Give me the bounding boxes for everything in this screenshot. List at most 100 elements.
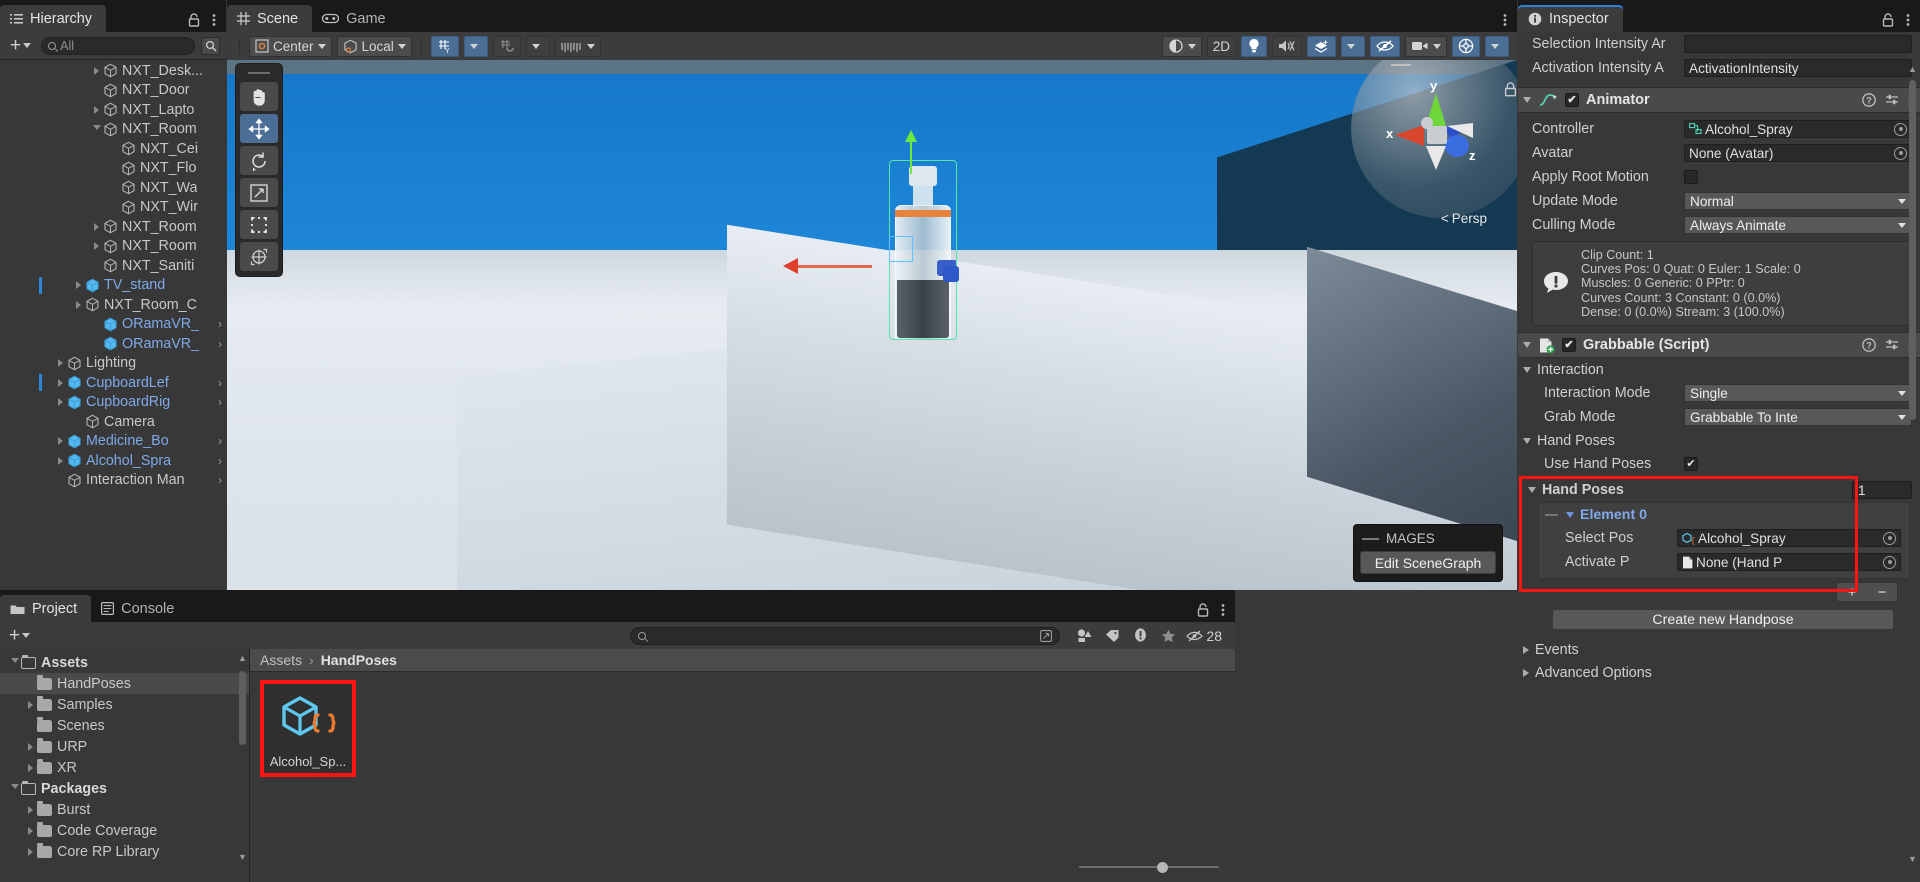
help-icon[interactable]: ?: [1862, 93, 1876, 107]
events-foldout[interactable]: Events: [1518, 638, 1920, 661]
animator-row[interactable]: Update Mode Normal: [1518, 189, 1920, 213]
foldout-arrow-icon[interactable]: [1523, 645, 1529, 654]
reorder-handle-icon[interactable]: [1545, 513, 1558, 516]
kebab-menu-icon[interactable]: [212, 13, 216, 27]
project-tree-scrollbar[interactable]: ▲ ▼: [238, 653, 247, 862]
expand-arrow[interactable]: [24, 763, 37, 772]
activation-intensity-row[interactable]: Activation Intensity A ActivationIntensi…: [1518, 56, 1920, 80]
project-tree-item[interactable]: Assets: [0, 652, 249, 673]
asset-type-filter-icon[interactable]: [1070, 628, 1098, 643]
checkbox[interactable]: [1684, 170, 1698, 184]
tab-project[interactable]: Project: [0, 595, 92, 622]
project-tree-item[interactable]: Code Coverage: [0, 820, 249, 841]
scroll-down-icon[interactable]: ▼: [1908, 854, 1917, 864]
expand-arrow[interactable]: [90, 124, 103, 134]
mages-overlay-header[interactable]: MAGES: [1360, 530, 1496, 551]
project-tree-item[interactable]: Core RP Library: [0, 841, 249, 862]
grabbable-row[interactable]: Use Hand Poses: [1518, 452, 1920, 476]
expand-arrow[interactable]: [24, 742, 37, 751]
foldout-arrow-icon[interactable]: [1523, 437, 1531, 444]
ruler-button[interactable]: [554, 35, 601, 57]
grid-snap-dropdown[interactable]: [463, 35, 488, 57]
scene-orientation-gizmo[interactable]: y x z < Persp: [1351, 60, 1517, 226]
lock-icon[interactable]: [1504, 82, 1517, 97]
checkbox[interactable]: [1684, 457, 1698, 472]
expand-arrow[interactable]: [8, 784, 21, 793]
hand-tool-button[interactable]: [240, 82, 278, 111]
expand-arrow[interactable]: [54, 398, 67, 407]
preset-icon[interactable]: [1885, 93, 1899, 107]
activation-intensity-field[interactable]: ActivationIntensity: [1684, 59, 1912, 77]
animator-row[interactable]: Culling Mode Always Animate: [1518, 213, 1920, 237]
hierarchy-search-input[interactable]: All: [41, 36, 195, 55]
grabbable-component-header[interactable]: Grabbable (Script) ?: [1518, 332, 1920, 359]
preset-icon[interactable]: [1885, 338, 1899, 352]
scene-viewport[interactable]: y x z < Persp MAGES Edit SceneGraph: [227, 60, 1517, 590]
effects-dropdown[interactable]: [1341, 35, 1365, 57]
foldout-arrow-icon[interactable]: [1523, 668, 1529, 677]
audio-mute-button[interactable]: [1272, 35, 1302, 57]
hierarchy-item[interactable]: NXT_Wa: [0, 178, 226, 198]
asset-grid[interactable]: Alcohol_Sp...: [250, 672, 1235, 785]
project-kebab-menu-icon[interactable]: [1221, 603, 1225, 617]
project-tree-item[interactable]: Packages: [0, 778, 249, 799]
project-tree-item[interactable]: Scenes: [0, 715, 249, 736]
breadcrumb[interactable]: Assets › HandPoses: [250, 649, 1235, 672]
hierarchy-item[interactable]: NXT_Lapto: [0, 100, 226, 120]
expand-arrow[interactable]: [90, 66, 103, 75]
chevron-right-icon[interactable]: ›: [218, 337, 222, 351]
foldout-arrow-icon[interactable]: [1566, 511, 1574, 518]
inspector-kebab-menu-icon[interactable]: [1906, 13, 1910, 27]
object-picker-icon[interactable]: [1894, 122, 1907, 136]
project-tree-item[interactable]: URP: [0, 736, 249, 757]
hierarchy-item[interactable]: ORamaVR_ ›: [0, 315, 226, 335]
activate-pose-field[interactable]: None (Hand P: [1677, 553, 1901, 572]
expand-arrow[interactable]: [24, 805, 37, 814]
hierarchy-item[interactable]: Camera: [0, 412, 226, 432]
grabbable-enabled-checkbox[interactable]: [1562, 338, 1576, 353]
project-search-input[interactable]: [630, 626, 1061, 645]
sort-button[interactable]: [201, 36, 220, 55]
tab-scene[interactable]: Scene: [227, 5, 313, 32]
project-tree-item[interactable]: Burst: [0, 799, 249, 820]
chevron-right-icon[interactable]: ›: [218, 376, 222, 390]
project-tree-item[interactable]: HandPoses: [0, 673, 249, 694]
expand-arrow[interactable]: [54, 437, 67, 446]
scene-camera-button[interactable]: [1405, 35, 1447, 57]
expand-arrow[interactable]: [24, 826, 37, 835]
tab-console[interactable]: Console: [91, 595, 188, 622]
shading-mode-button[interactable]: [1161, 35, 1202, 57]
hierarchy-item[interactable]: CupboardRig ›: [0, 393, 226, 413]
scrollbar-thumb[interactable]: [239, 671, 246, 745]
inspector-lock-icon[interactable]: [1882, 13, 1894, 27]
hierarchy-item[interactable]: NXT_Room: [0, 217, 226, 237]
rotate-tool-button[interactable]: [240, 146, 278, 175]
hidden-assets-count[interactable]: 28: [1182, 628, 1230, 644]
help-icon[interactable]: ?: [1862, 338, 1876, 352]
create-new-handpose-button[interactable]: Create new Handpose: [1552, 609, 1894, 631]
animator-row[interactable]: Avatar None (Avatar): [1518, 141, 1920, 165]
create-asset-button[interactable]: +: [5, 626, 34, 645]
foldout-arrow-icon[interactable]: [1528, 487, 1536, 494]
hidden-objects-button[interactable]: [1370, 35, 1400, 57]
chevron-right-icon[interactable]: ›: [218, 454, 222, 468]
advanced-options-foldout[interactable]: Advanced Options: [1518, 661, 1920, 684]
search-expand-icon[interactable]: [1040, 629, 1053, 642]
hierarchy-item[interactable]: Interaction Man ›: [0, 471, 226, 491]
expand-arrow[interactable]: [54, 359, 67, 368]
hand-poses-array-header[interactable]: Hand Poses 1: [1518, 478, 1920, 502]
expand-arrow[interactable]: [72, 281, 85, 290]
move-gizmo-x-axis[interactable]: [783, 258, 872, 274]
hierarchy-item[interactable]: Medicine_Bo ›: [0, 432, 226, 452]
hierarchy-item[interactable]: NXT_Wir: [0, 198, 226, 218]
tab-inspector[interactable]: Inspector: [1518, 5, 1623, 32]
scroll-up-icon[interactable]: ▲: [1908, 64, 1917, 74]
object-picker-icon[interactable]: [1894, 146, 1907, 160]
tab-hierarchy[interactable]: Hierarchy: [0, 5, 107, 32]
lock-icon[interactable]: [188, 13, 200, 27]
array-remove-button[interactable]: −: [1867, 583, 1897, 601]
project-lock-icon[interactable]: [1197, 603, 1209, 617]
hierarchy-item[interactable]: NXT_Flo: [0, 159, 226, 179]
slider-knob[interactable]: [1157, 861, 1168, 873]
grabbable-groups[interactable]: Interaction Interaction Mode Single Grab Mo…: [1518, 358, 1920, 476]
